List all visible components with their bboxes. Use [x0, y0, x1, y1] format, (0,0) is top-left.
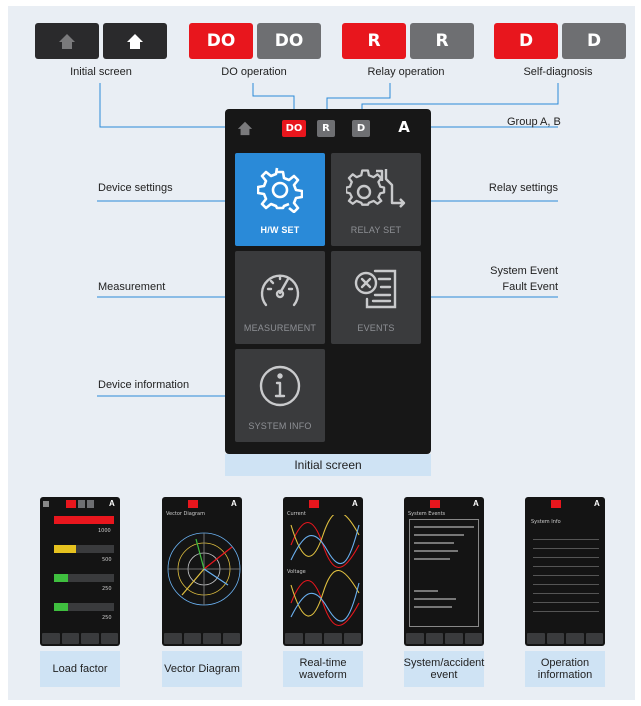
initial-screen-caption: Initial screen	[225, 454, 431, 476]
gear-icon	[257, 167, 303, 213]
relay-set-tile[interactable]: RELAY SET	[331, 153, 421, 246]
initial-screen-label: Initial screen	[70, 66, 132, 78]
do-operation-label: DO operation	[221, 66, 287, 78]
vector-diagram-caption: Vector Diagram	[162, 651, 242, 687]
events-list-icon	[354, 269, 397, 309]
measurement-tile-label: MEASUREMENT	[243, 323, 317, 333]
relay-active-button: R	[342, 23, 406, 59]
initial-screen-legend	[35, 23, 167, 59]
relay-indicator: R	[317, 120, 335, 137]
events-list	[409, 519, 479, 627]
measurement-tile[interactable]: MEASUREMENT	[235, 251, 325, 344]
waveform-caption: Real-time waveform	[283, 651, 363, 687]
thumb-status-bar: A	[40, 499, 120, 509]
load-r1: 1000	[98, 528, 111, 534]
relay-inactive-button: R	[410, 23, 474, 59]
system-event-label: System Event	[490, 265, 558, 277]
events-title: System Events	[408, 511, 446, 517]
do-legend: DO DO	[189, 23, 321, 59]
relay-set-label: RELAY SET	[350, 225, 402, 235]
vector-title: Vector Diagram	[166, 511, 205, 517]
hw-set-tile[interactable]: H/W SET	[235, 153, 325, 246]
device-settings-label: Device settings	[98, 182, 173, 194]
hw-set-label: H/W SET	[260, 225, 300, 235]
vector-plot	[167, 532, 241, 606]
info-icon	[259, 365, 301, 407]
home-button-inactive	[35, 23, 99, 59]
operation-info-thumbnail[interactable]: A System Info	[525, 497, 605, 646]
measurement-label: Measurement	[98, 281, 166, 293]
events-tile[interactable]: EVENTS	[331, 251, 421, 344]
gauge-icon	[260, 274, 300, 307]
sysinfo-title: System Info	[531, 519, 561, 525]
home-button-active	[103, 23, 167, 59]
load-r2: 500	[102, 557, 112, 563]
load-r3: 250	[102, 586, 112, 592]
relay-gear-icon	[346, 169, 406, 208]
device-screen: DO R D A H/W SET RELAY SET MEASUREMENT E…	[225, 109, 431, 454]
do-indicator: DO	[282, 120, 306, 137]
do-inactive-button: DO	[257, 23, 321, 59]
home-icon[interactable]	[237, 120, 253, 136]
group-indicator[interactable]: A	[393, 118, 415, 136]
events-tile-label: EVENTS	[357, 323, 395, 333]
relay-legend: R R	[342, 23, 474, 59]
vector-diagram-thumbnail[interactable]: A Vector Diagram	[162, 497, 242, 646]
system-info-tile[interactable]: SYSTEM INFO	[235, 349, 325, 442]
self-diagnosis-label: Self-diagnosis	[523, 66, 593, 78]
home-icon	[127, 34, 143, 49]
device-information-label: Device information	[98, 379, 190, 391]
device-status-bar: DO R D A	[225, 116, 431, 142]
diagnosis-inactive-button: D	[562, 23, 626, 59]
operation-info-caption: Operation information	[525, 651, 605, 687]
thumb-nav	[42, 633, 118, 644]
waveform-plot	[290, 515, 360, 626]
diagnosis-indicator: D	[352, 120, 370, 137]
load-r4: 250	[102, 615, 112, 621]
load-factor-thumbnail[interactable]: A 1000 500 250 250	[40, 497, 120, 646]
home-icon	[59, 34, 75, 49]
diagnosis-active-button: D	[494, 23, 558, 59]
relay-settings-label: Relay settings	[488, 182, 558, 194]
relay-operation-label: Relay operation	[367, 66, 445, 78]
system-event-caption: System/accident event	[404, 651, 484, 687]
fault-event-label: Fault Event	[502, 281, 558, 293]
group-label: Group A, B	[507, 116, 561, 128]
diagnosis-legend: D D	[494, 23, 626, 59]
sysinfo-table	[533, 531, 599, 621]
do-active-button: DO	[189, 23, 253, 59]
system-info-label: SYSTEM INFO	[248, 421, 312, 431]
home-icon	[43, 501, 49, 507]
waveform-thumbnail[interactable]: A Current Voltage	[283, 497, 363, 646]
system-event-thumbnail[interactable]: A System Events	[404, 497, 484, 646]
load-factor-caption: Load factor	[40, 651, 120, 687]
